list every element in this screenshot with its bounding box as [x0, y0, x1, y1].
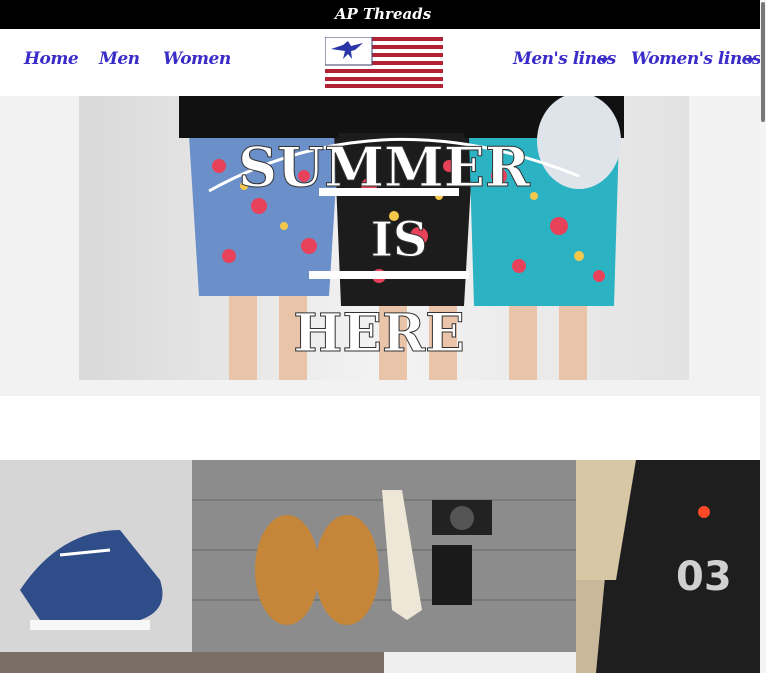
scrollbar-thumb[interactable]	[761, 2, 765, 122]
hero-photo-illustration: SUMMER IS HERE	[79, 96, 689, 380]
product-tile-row2-left[interactable]	[0, 652, 384, 673]
nav-women-link[interactable]: Women	[163, 49, 231, 69]
caret-down-icon[interactable]	[599, 58, 609, 64]
accessories-image	[192, 460, 576, 652]
hero-image[interactable]: SUMMER IS HERE	[79, 96, 689, 380]
hero-word-here: HERE	[293, 303, 465, 364]
caret-down-icon[interactable]	[745, 58, 755, 64]
hero-banner: SUMMER IS HERE	[0, 96, 766, 396]
product-tile-sneakers[interactable]	[0, 460, 192, 652]
page-scrollbar[interactable]	[760, 0, 766, 673]
product-tile-accessories[interactable]	[192, 460, 576, 652]
nav-men-link[interactable]: Men	[99, 49, 140, 69]
sneakers-image	[0, 460, 192, 652]
jersey-image: 03	[576, 460, 766, 673]
top-brand-bar: AP Threads	[0, 0, 766, 29]
nav-womens-lines-dropdown[interactable]: Women's lines	[631, 49, 762, 69]
nav-home-link[interactable]: Home	[24, 49, 79, 69]
main-navbar: Home Men Women Men's lines Women's lines	[0, 29, 766, 96]
product-tile-jersey[interactable]: 03	[576, 460, 766, 673]
svg-text:03: 03	[676, 554, 732, 600]
brand-name[interactable]: AP Threads	[0, 5, 766, 23]
hero-word-is: IS	[370, 212, 427, 268]
product-tile-row2-mid[interactable]	[384, 652, 576, 673]
eagle-flag-logo[interactable]	[325, 37, 443, 88]
